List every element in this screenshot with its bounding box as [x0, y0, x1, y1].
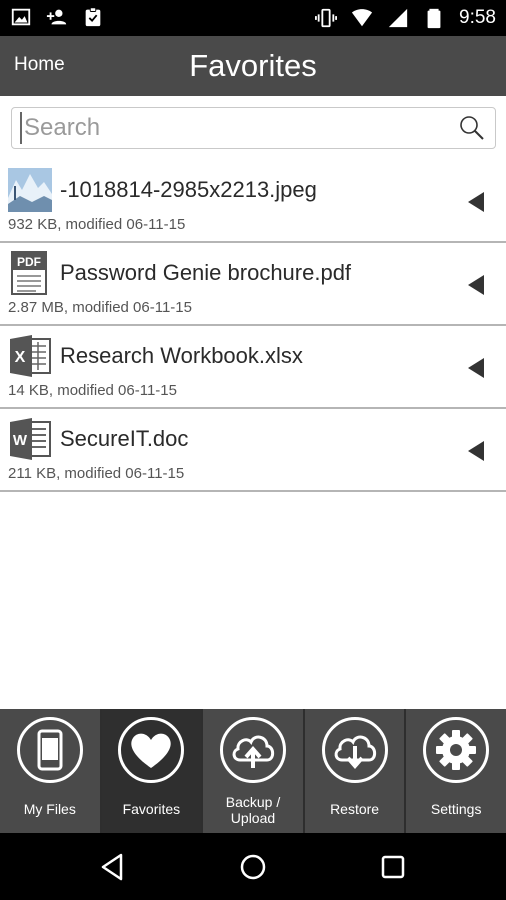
tab-label: Restore	[330, 801, 380, 817]
clipboard-check-icon	[85, 7, 101, 27]
person-add-icon	[46, 9, 67, 25]
status-bar: 9:58	[0, 0, 506, 36]
search-box	[11, 107, 496, 149]
home-icon[interactable]	[237, 851, 269, 883]
system-nav-bar	[0, 833, 506, 900]
search-icon[interactable]	[459, 115, 485, 141]
bottom-tab-bar: My Files Favorites Backup / Upload Resto…	[0, 709, 506, 833]
vibrate-icon	[315, 8, 338, 28]
pdf-icon: PDF	[11, 251, 47, 295]
file-item[interactable]: W SecureIT.doc 211 KB, modified 06-11-15	[0, 409, 506, 492]
image-notification-icon	[11, 8, 31, 26]
word-icon: W	[10, 418, 51, 460]
tab-label-line: Backup / Upload	[225, 794, 281, 826]
battery-icon	[427, 8, 441, 29]
tab-backup-upload[interactable]: Backup / Upload	[203, 709, 305, 833]
tab-icon-circle	[423, 717, 490, 783]
file-item[interactable]: X Research Workbook.xlsx 14 KB, modified…	[0, 326, 506, 409]
app-bar: Home Favorites	[0, 36, 506, 96]
tab-favorites[interactable]: Favorites	[101, 709, 204, 833]
cloud-download-icon	[334, 735, 376, 770]
tab-label: Favorites	[122, 801, 181, 817]
tab-icon-circle	[321, 717, 388, 783]
tab-my-files[interactable]: My Files	[0, 709, 102, 833]
file-name: SecureIT.doc	[60, 426, 189, 451]
svg-text:PDF: PDF	[17, 255, 41, 269]
file-name: Password Genie brochure.pdf	[60, 260, 352, 285]
file-meta: 2.87 MB, modified 06-11-15	[8, 299, 192, 316]
file-name: -1018814-2985x2213.jpeg	[60, 177, 317, 202]
file-meta: 211 KB, modified 06-11-15	[8, 465, 185, 482]
phone-icon	[37, 729, 63, 771]
status-time: 9:58	[459, 7, 496, 28]
wifi-icon	[351, 9, 373, 27]
heart-icon	[131, 733, 172, 768]
file-item[interactable]: -1018814-2985x2213.jpeg 932 KB, modified…	[0, 160, 506, 243]
excel-icon: X	[10, 335, 51, 377]
tab-icon-circle	[16, 717, 83, 783]
tab-label: Backup / Upload	[203, 794, 303, 826]
tab-label: My Files	[23, 801, 76, 817]
tab-settings[interactable]: Settings	[406, 709, 506, 833]
recents-icon[interactable]	[377, 851, 409, 883]
tab-label: Settings	[430, 801, 482, 817]
expand-arrow-icon[interactable]	[468, 441, 484, 461]
file-item[interactable]: PDF Password Genie brochure.pdf 2.87 MB,…	[0, 243, 506, 326]
file-name: Research Workbook.xlsx	[60, 343, 303, 368]
page-title: Favorites	[189, 48, 317, 83]
status-bar-right: 9:58	[315, 5, 496, 31]
status-bar-left	[10, 6, 104, 28]
search-input[interactable]	[20, 112, 450, 144]
file-meta: 932 KB, modified 06-11-15	[8, 216, 186, 233]
tab-icon-circle	[118, 717, 185, 783]
back-icon[interactable]	[97, 851, 129, 883]
signal-icon	[388, 8, 408, 28]
image-thumbnail-icon	[8, 168, 52, 212]
tab-icon-circle	[219, 717, 286, 783]
svg-text:X: X	[15, 349, 26, 366]
expand-arrow-icon[interactable]	[468, 358, 484, 378]
svg-text:W: W	[13, 432, 28, 449]
gear-icon	[436, 730, 477, 770]
expand-arrow-icon[interactable]	[468, 192, 484, 212]
file-list: -1018814-2985x2213.jpeg 932 KB, modified…	[0, 160, 506, 492]
file-meta: 14 KB, modified 06-11-15	[8, 382, 177, 399]
expand-arrow-icon[interactable]	[468, 275, 484, 295]
cloud-upload-icon	[232, 735, 275, 768]
tab-restore[interactable]: Restore	[305, 709, 407, 833]
